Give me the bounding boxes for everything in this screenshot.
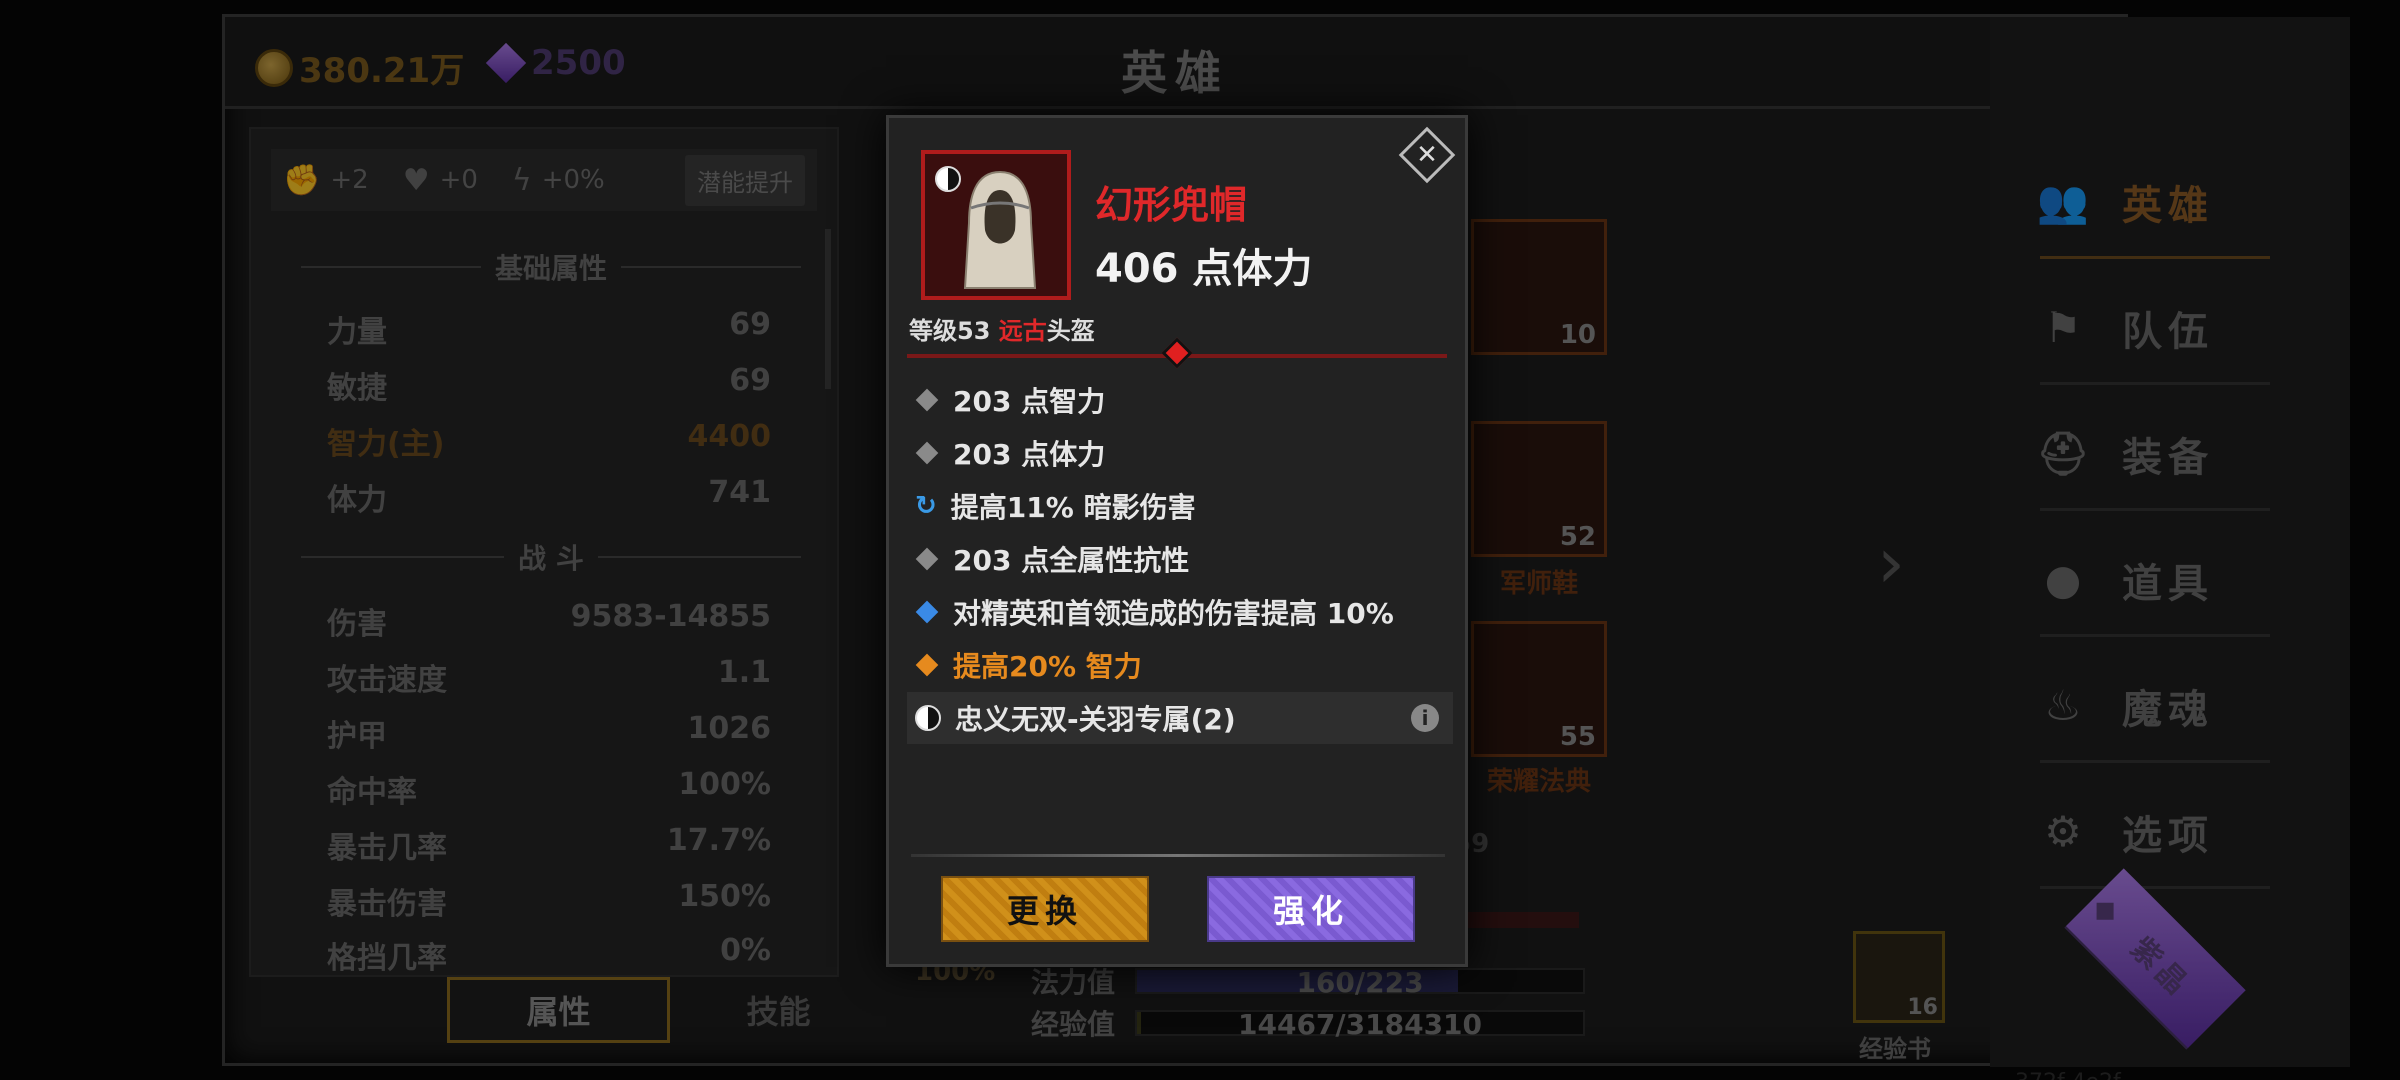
item-icon — [921, 150, 1071, 300]
affix-row: 203 点体力 — [907, 427, 1453, 479]
close-popup-button[interactable]: ✕ — [1398, 126, 1456, 184]
affix-row: 对精英和首领造成的伤害提高 10% — [907, 586, 1453, 638]
item-level-type: 等级53 远古头盔 — [909, 311, 1095, 346]
upgrade-button[interactable]: 强化 — [1207, 876, 1415, 942]
yin-yang-set-icon — [935, 166, 961, 192]
gray-diamond-icon — [915, 441, 939, 465]
affix-text: 203 点智力 — [953, 385, 1106, 418]
affix-text: 203 点体力 — [953, 438, 1106, 471]
affix-text: 203 点全属性抗性 — [953, 544, 1190, 577]
affix-row: 203 点全属性抗性 — [907, 533, 1453, 585]
affix-row: ↻ 提高11% 暗影伤害 — [907, 480, 1453, 532]
item-level: 等级53 — [909, 317, 999, 345]
swap-button[interactable]: 更换 — [941, 876, 1149, 942]
divider — [911, 854, 1445, 857]
item-rarity: 远古 — [998, 317, 1047, 345]
yin-yang-icon — [915, 705, 941, 731]
reroll-icon: ↻ — [915, 491, 937, 521]
item-name: 幻形兜帽 — [1095, 183, 1248, 227]
game-screen: 380.21万 2500 英雄 ✕ ✊+2 ♥+0 ϟ+0% 潜能提升 基础属性… — [0, 0, 2400, 1080]
gray-diamond-icon — [915, 547, 939, 571]
set-bonus-text: 忠义无双-关羽专属(2) — [955, 703, 1236, 736]
item-type: 头盔 — [1046, 317, 1095, 345]
item-main-stat: 406 点体力 — [1095, 246, 1313, 292]
affix-text: 对精英和首领造成的伤害提高 10% — [953, 597, 1394, 630]
item-detail-popup: 幻形兜帽 406 点体力 等级53 远古头盔 ✕ 203 点智力 203 点体力… — [886, 115, 1468, 967]
info-icon[interactable]: i — [1411, 704, 1439, 732]
item-quality-slider — [907, 337, 1447, 369]
hood-icon — [963, 170, 1037, 289]
gray-diamond-icon — [915, 388, 939, 412]
affix-row: 203 点智力 — [907, 374, 1453, 426]
set-bonus-row[interactable]: 忠义无双-关羽专属(2) i — [907, 692, 1453, 744]
affix-text: 提高11% 暗影伤害 — [950, 491, 1196, 524]
blue-diamond-icon — [915, 600, 939, 624]
slider-thumb — [1161, 337, 1193, 369]
close-icon: ✕ — [1416, 140, 1438, 170]
affix-text: 提高20% 智力 — [953, 650, 1142, 683]
orange-diamond-icon — [915, 653, 939, 677]
affix-row-legendary: 提高20% 智力 — [907, 639, 1453, 691]
